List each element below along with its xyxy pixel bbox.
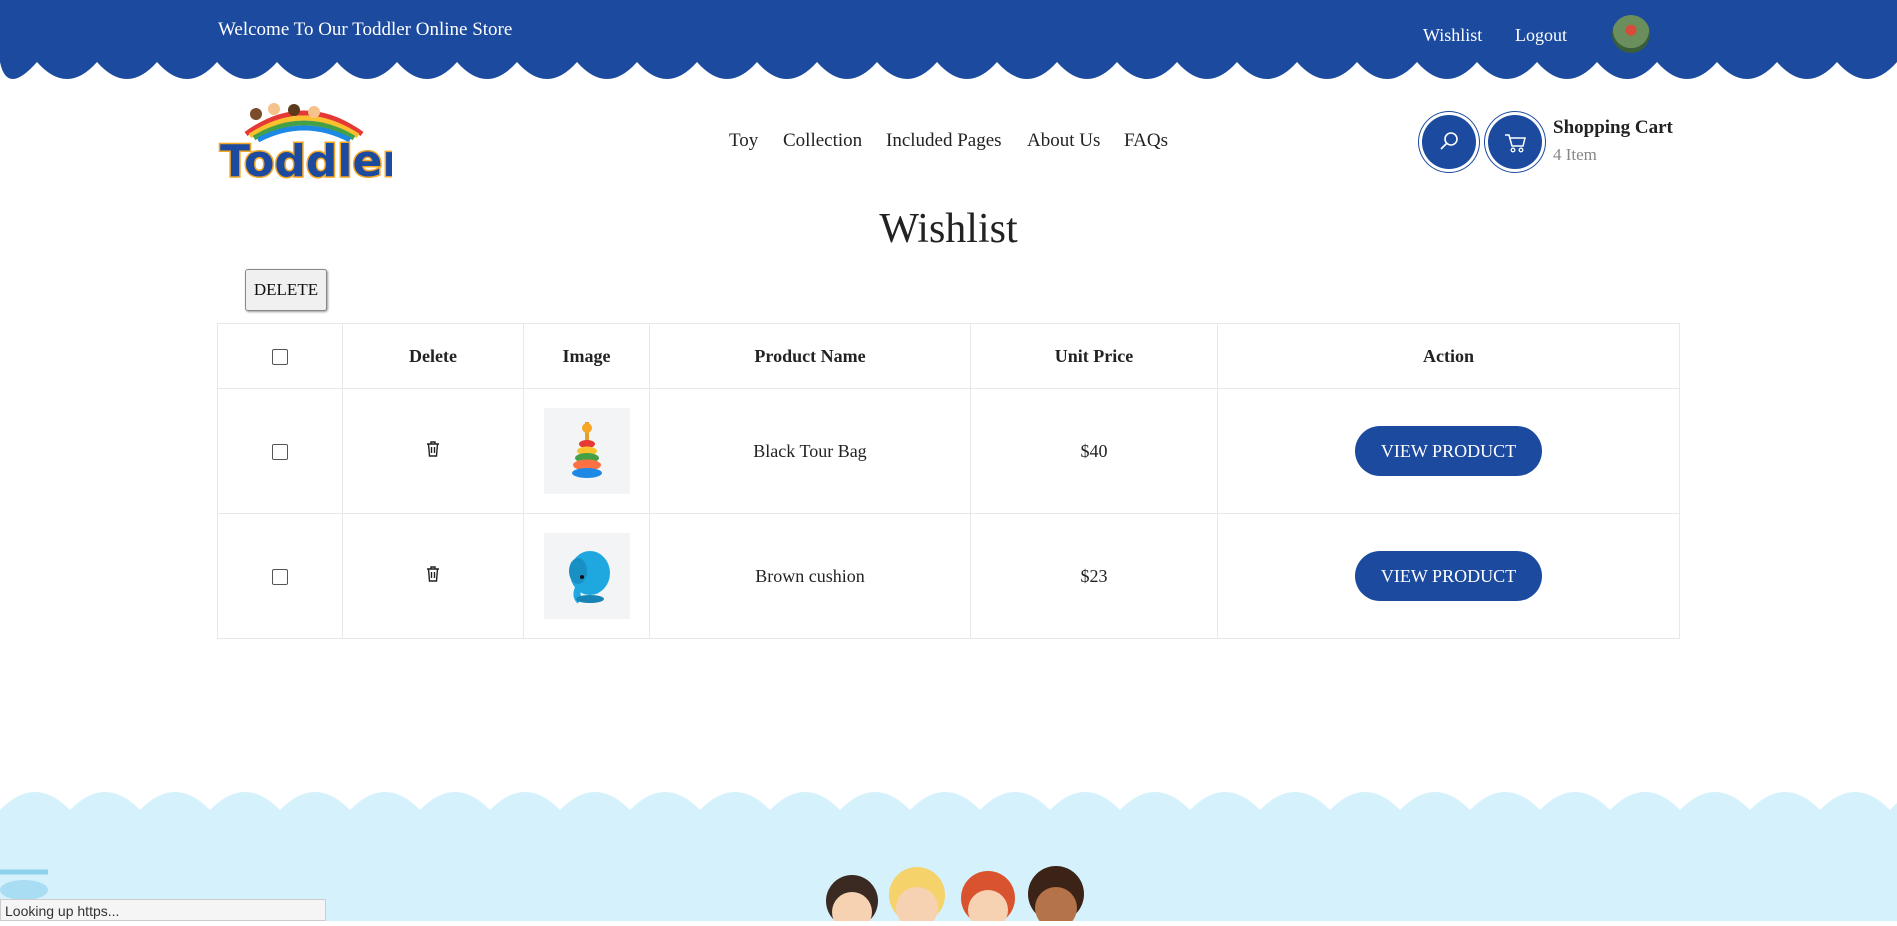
table-row: Brown cushion $23 VIEW PRODUCT bbox=[217, 513, 1680, 639]
search-icon bbox=[1440, 132, 1458, 150]
nav-item-toy[interactable]: Toy bbox=[729, 130, 758, 152]
logo-text: Toddler bbox=[220, 136, 392, 182]
avatar[interactable] bbox=[1612, 15, 1650, 53]
select-all-checkbox[interactable] bbox=[272, 349, 288, 366]
unit-price: $23 bbox=[970, 513, 1218, 639]
header-delete: Delete bbox=[342, 323, 524, 389]
row-checkbox[interactable] bbox=[272, 444, 288, 461]
nav-item-about-us[interactable]: About Us bbox=[1027, 130, 1100, 152]
header-action: Action bbox=[1217, 323, 1680, 389]
table-header-row: Delete Image Product Name Unit Price Act… bbox=[217, 323, 1680, 389]
product-image-elephant[interactable] bbox=[543, 533, 630, 619]
cart-icon bbox=[1505, 134, 1526, 153]
delete-selected-button[interactable]: DELETE bbox=[245, 269, 327, 311]
status-bar: Looking up https... bbox=[0, 899, 326, 921]
unit-price: $40 bbox=[970, 388, 1218, 514]
logout-link[interactable]: Logout bbox=[1515, 25, 1567, 46]
cart-title[interactable]: Shopping Cart bbox=[1553, 117, 1673, 139]
cart-button[interactable] bbox=[1488, 115, 1542, 169]
product-image-stacking-rings[interactable] bbox=[543, 408, 630, 494]
nav-item-collection[interactable]: Collection bbox=[783, 130, 862, 152]
view-product-button[interactable]: VIEW PRODUCT bbox=[1354, 551, 1543, 601]
header-unit-price: Unit Price bbox=[970, 323, 1218, 389]
wishlist-link[interactable]: Wishlist bbox=[1423, 25, 1482, 46]
top-bar: Welcome To Our Toddler Online Store Wish… bbox=[0, 0, 1897, 82]
trash-icon[interactable] bbox=[425, 440, 441, 458]
welcome-text: Welcome To Our Toddler Online Store bbox=[218, 19, 513, 40]
row-checkbox[interactable] bbox=[272, 569, 288, 586]
view-product-button[interactable]: VIEW PRODUCT bbox=[1354, 426, 1543, 476]
select-all-header bbox=[217, 323, 343, 389]
product-name[interactable]: Black Tour Bag bbox=[649, 388, 971, 514]
wishlist-table: Delete Image Product Name Unit Price Act… bbox=[217, 323, 1680, 639]
product-name[interactable]: Brown cushion bbox=[649, 513, 971, 639]
header-product-name: Product Name bbox=[649, 323, 971, 389]
logo[interactable]: Toddler bbox=[216, 100, 406, 189]
trash-icon[interactable] bbox=[425, 565, 441, 583]
page-title: Wishlist bbox=[879, 206, 1018, 252]
nav-item-faqs[interactable]: FAQs bbox=[1124, 130, 1168, 152]
cart-count: 4 Item bbox=[1553, 145, 1597, 164]
search-button[interactable] bbox=[1422, 115, 1476, 169]
table-row: Black Tour Bag $40 VIEW PRODUCT bbox=[217, 388, 1680, 514]
nav-item-included-pages[interactable]: Included Pages bbox=[886, 130, 1002, 152]
header-image: Image bbox=[523, 323, 650, 389]
